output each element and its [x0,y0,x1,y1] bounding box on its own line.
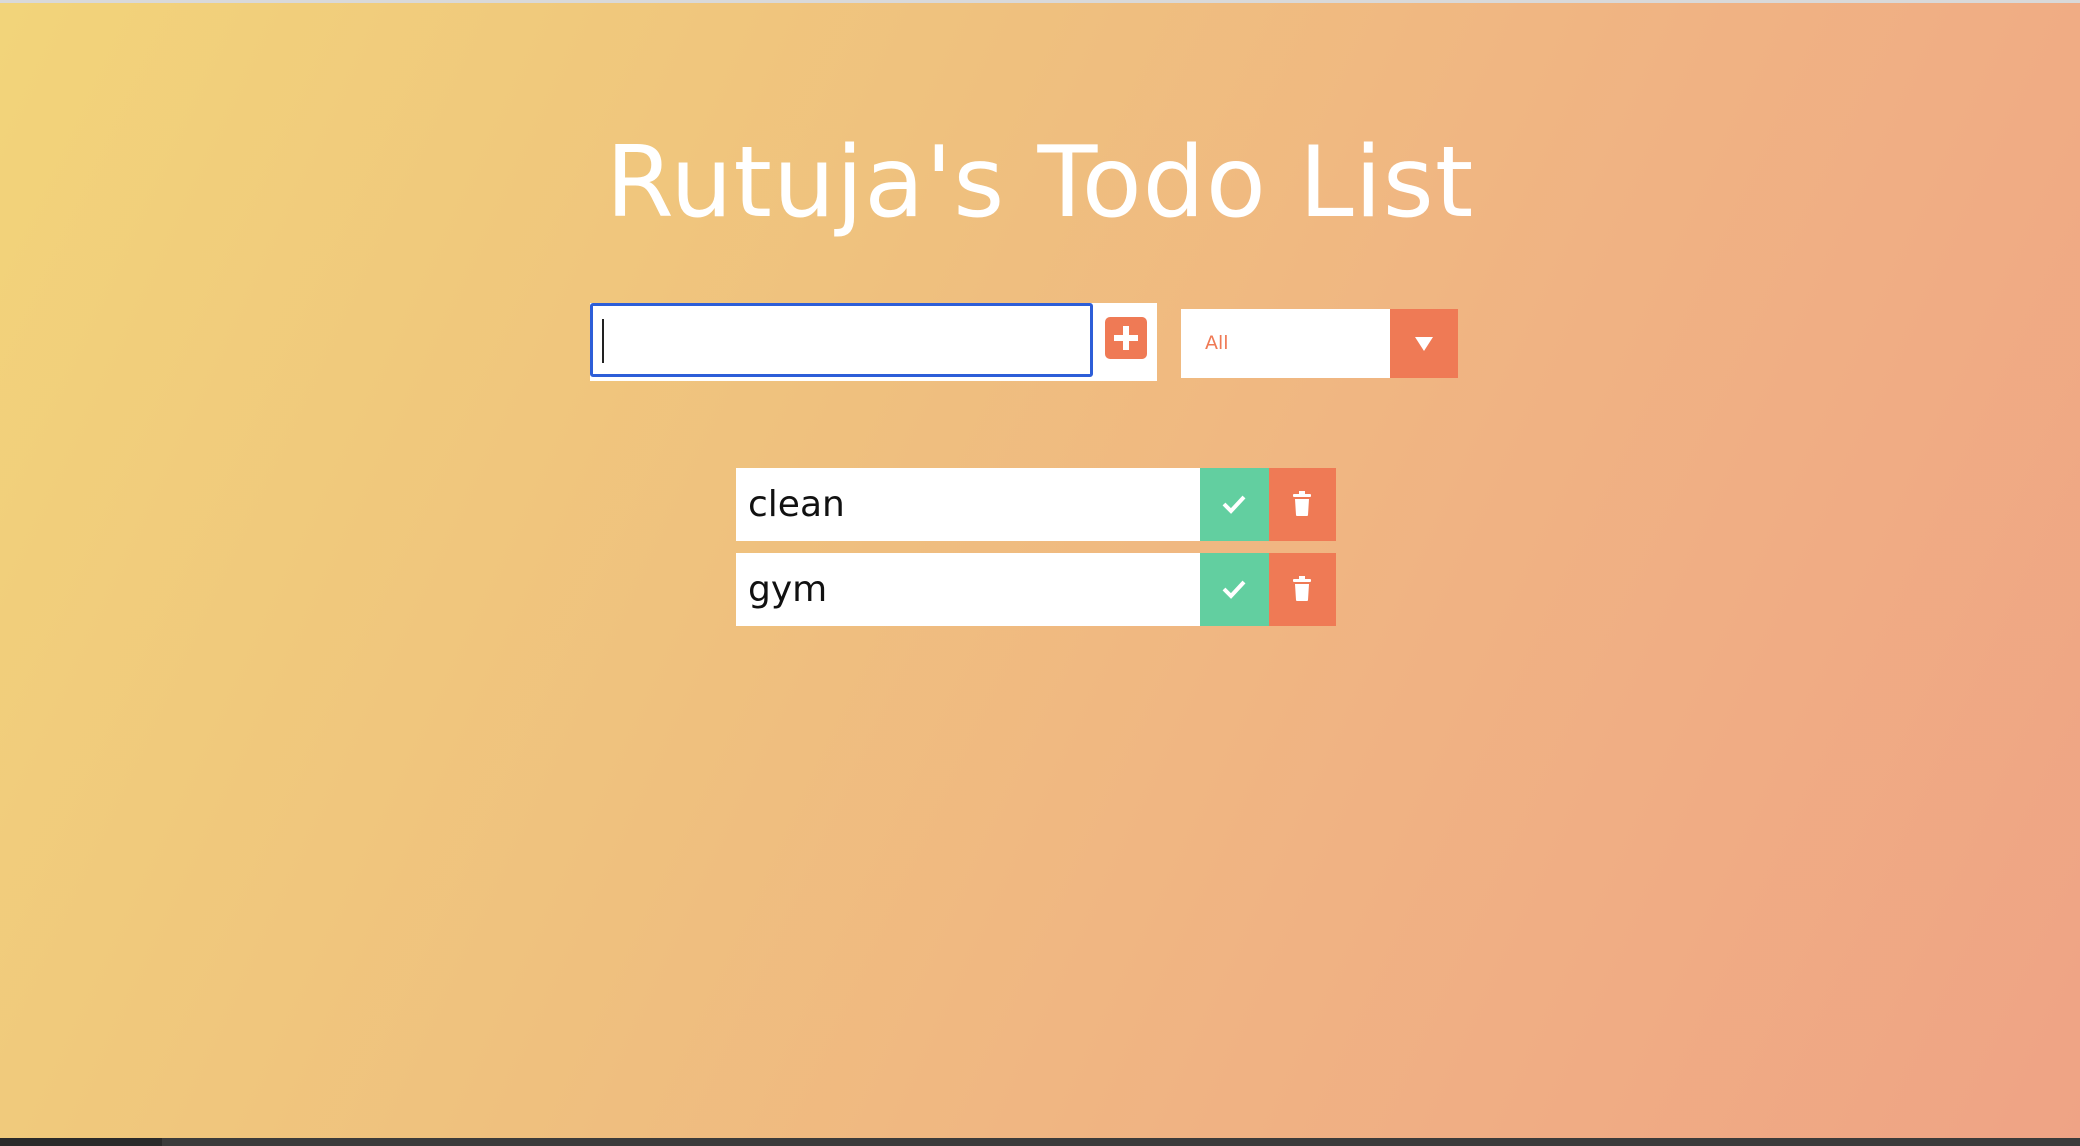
filter-dropdown-button[interactable] [1390,309,1458,378]
todo-item: gym [736,553,1336,626]
caret-down-icon [1415,337,1433,351]
check-icon [1222,495,1246,514]
todo-item: clean [736,468,1336,541]
todo-input-container [590,303,1157,381]
filter-selected-value: All [1205,332,1229,354]
todo-input[interactable] [590,303,1093,377]
todo-item-text: clean [748,484,845,525]
filter-select[interactable]: All [1181,309,1458,378]
taskbar-segment [0,1138,162,1146]
delete-button[interactable] [1269,468,1336,541]
todo-item-text: gym [748,569,828,610]
trash-icon [1293,491,1311,516]
check-icon [1222,580,1246,599]
page-title: Rutuja's Todo List [605,125,1475,240]
complete-button[interactable] [1200,468,1269,541]
complete-button[interactable] [1200,553,1269,626]
todo-list: clean gym [736,468,1336,638]
add-todo-button[interactable] [1105,317,1147,359]
delete-button[interactable] [1269,553,1336,626]
taskbar-strip [0,1138,2080,1146]
window-top-edge [0,0,2080,3]
text-caret [602,319,604,363]
plus-icon [1114,326,1138,350]
trash-icon [1293,576,1311,601]
